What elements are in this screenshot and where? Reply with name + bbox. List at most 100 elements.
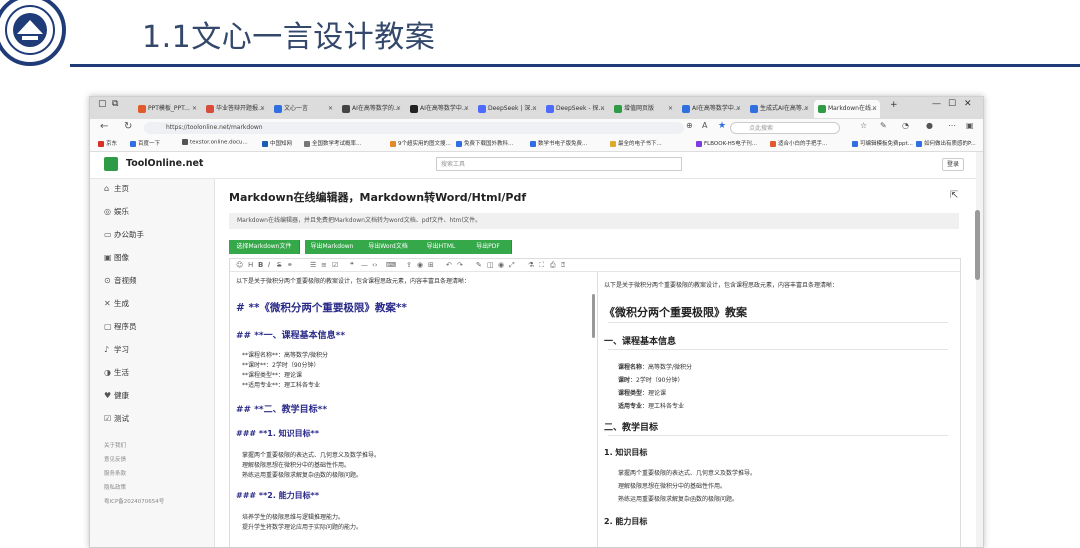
sidebar-item[interactable]: ▢ 程序员 (104, 321, 137, 332)
sidebar-toggle-icon[interactable]: ▣ (966, 121, 974, 130)
page-scrollbar[interactable] (975, 210, 980, 280)
browser-tab[interactable]: DeepSeek - 探... ✕ (542, 100, 608, 118)
fullscreen-icon[interactable]: ⤢ (509, 259, 515, 271)
browser-tab[interactable]: 毕业答辩开题报... ✕ (202, 100, 268, 118)
undo-icon[interactable]: ↶ (446, 259, 452, 271)
format-icon[interactable]: ⚗ (528, 259, 534, 271)
browser-tab[interactable]: AI在高等数学中... ✕ (678, 100, 744, 118)
sidebar-item[interactable]: ♪ 学习 (104, 344, 129, 355)
sidebar-item[interactable]: ✕ 生成 (104, 298, 129, 309)
sidebar-footer-link[interactable]: 关于我们 (104, 441, 126, 449)
tab-close-icon[interactable]: ✕ (328, 100, 333, 118)
upload-icon[interactable]: ⇪ (406, 259, 412, 271)
bold-icon[interactable]: B (258, 259, 263, 271)
edit-mode-icon[interactable]: ✎ (476, 259, 482, 271)
strikethrough-icon[interactable]: S (277, 259, 281, 271)
tab-close-icon[interactable]: ✕ (804, 100, 809, 118)
browser-tab[interactable]: 文心一言 ✕ (270, 100, 336, 118)
help-icon[interactable]: ⍰ (561, 259, 565, 271)
browser-tab[interactable]: DeepSeek | 深... ✕ (474, 100, 540, 118)
sidebar-item[interactable]: ♥ 健康 (104, 390, 129, 401)
browser-search-input[interactable]: 点此搜索 (730, 122, 840, 134)
tool-search-input[interactable]: 搜索工具 (436, 157, 682, 171)
bookmark-item[interactable]: 数学书电子版免费... (530, 139, 587, 147)
export-markdown-button[interactable]: 导出Markdown (305, 240, 360, 254)
back-icon[interactable]: ← (100, 121, 108, 132)
collections-icon[interactable]: ✎ (880, 121, 887, 130)
bookmark-item[interactable]: 全国数学考试概率... (304, 139, 361, 147)
tab-close-icon[interactable]: ✕ (736, 100, 741, 118)
emoji-icon[interactable]: ☺ (236, 259, 243, 271)
sidebar-item[interactable]: ▭ 办公助手 (104, 229, 144, 240)
sidebar-item[interactable]: ⊙ 音视频 (104, 275, 137, 286)
translate-icon[interactable]: A (702, 121, 707, 130)
split-view-icon[interactable]: ◫ (487, 259, 494, 271)
bookmark-item[interactable]: 京东 (98, 139, 117, 147)
tab-close-icon[interactable]: ✕ (668, 100, 673, 118)
sidebar-item[interactable]: ◎ 娱乐 (104, 206, 129, 217)
browser-tab[interactable]: Markdown在线... ✕ (814, 100, 880, 118)
close-window-icon[interactable]: ✕ (964, 99, 972, 109)
tab-close-icon[interactable]: ✕ (600, 100, 605, 118)
browser-tab[interactable]: PPT模板_PPT... ✕ (134, 100, 200, 118)
new-tab-button[interactable]: + (890, 100, 898, 110)
profile-avatar-icon[interactable]: ● (926, 121, 933, 130)
source-scrollbar[interactable] (592, 294, 595, 338)
outline-icon[interactable]: ⛶ (539, 259, 544, 271)
unordered-list-icon[interactable]: ☰ (310, 259, 316, 271)
bookmark-item[interactable]: 中国知网 (262, 139, 292, 147)
more-menu-icon[interactable]: ⋯ (948, 121, 956, 130)
markdown-source-pane[interactable]: 以下是关于微积分两个重要极限的教案设计，包含课程思政元素，内容丰富且条理清晰： … (230, 272, 598, 547)
tab-actions-icon[interactable]: ⧉ (112, 99, 118, 109)
tab-close-icon[interactable]: ✕ (532, 100, 537, 118)
record-icon[interactable]: ◉ (417, 259, 423, 271)
preview-icon[interactable]: ◉ (498, 259, 504, 271)
toolonline-logo-icon[interactable] (104, 157, 118, 171)
maximize-icon[interactable]: ☐ (948, 99, 956, 109)
browser-tab[interactable]: 生成式AI在高等... ✕ (746, 100, 812, 118)
sidebar-footer-link[interactable]: 粤ICP备2024070654号 (104, 497, 164, 505)
quote-icon[interactable]: ❝ (350, 259, 354, 271)
sidebar-item[interactable]: ▣ 图像 (104, 252, 129, 263)
redo-icon[interactable]: ↷ (457, 259, 463, 271)
sidebar-footer-link[interactable]: 意见反馈 (104, 455, 126, 463)
url-field[interactable]: https://toolonline.net/markdown (144, 122, 684, 134)
link-icon[interactable]: ⚭ (287, 259, 293, 271)
login-button[interactable]: 登录 (942, 158, 964, 171)
export-icon[interactable]: ⎙ (550, 259, 556, 271)
browser-tab[interactable]: AI在高等数学中... ✕ (406, 100, 472, 118)
sidebar-footer-link[interactable]: 服务条款 (104, 469, 126, 477)
bookmark-item[interactable]: 最全的电子书下... (610, 139, 662, 147)
bookmark-item[interactable]: FLBOOK-H5电子刊... (696, 139, 757, 147)
bookmark-item[interactable]: 9个超实用的图文搜... (390, 139, 451, 147)
export-word-button[interactable]: 导出Word文档 (359, 240, 418, 254)
bookmark-item[interactable]: 百度一下 (130, 139, 160, 147)
share-icon[interactable]: ⇱ (950, 190, 958, 201)
sidebar-footer-link[interactable]: 隐私政策 (104, 483, 126, 491)
tab-close-icon[interactable]: ✕ (464, 100, 469, 118)
export-html-button[interactable]: 导出HTML (417, 240, 466, 254)
bookmark-item[interactable]: 适合小白的手把手... (770, 139, 827, 147)
sidebar-item[interactable]: ◑ 生活 (104, 367, 129, 378)
browser-tab[interactable]: AI在高等数学的... ✕ (338, 100, 404, 118)
code-block-icon[interactable]: ⌨ (386, 259, 396, 271)
checklist-icon[interactable]: ☑ (332, 259, 338, 271)
heading-icon[interactable]: H (248, 259, 253, 271)
tab-close-icon[interactable]: ✕ (872, 100, 877, 118)
window-menu-icon[interactable]: ▢ (98, 99, 107, 109)
export-pdf-button[interactable]: 导出PDF (465, 240, 512, 254)
extensions-icon[interactable]: ☆ (860, 121, 867, 130)
tab-close-icon[interactable]: ✕ (260, 100, 265, 118)
minimize-icon[interactable]: — (932, 99, 941, 109)
code-icon[interactable]: ‹› (372, 259, 378, 271)
bookmark-item[interactable]: 免费下载国外教科... (456, 139, 513, 147)
bookmark-item[interactable]: 可编辑模板免费ppt... (852, 139, 913, 147)
table-icon[interactable]: ⊞ (428, 259, 434, 271)
tab-close-icon[interactable]: ✕ (396, 100, 401, 118)
site-name[interactable]: ToolOnline.net (126, 158, 203, 169)
tab-close-icon[interactable]: ✕ (192, 100, 197, 118)
sidebar-item[interactable]: ☑ 测试 (104, 413, 129, 424)
bookmark-item[interactable]: 如何做出有质感的P... (916, 139, 976, 147)
bookmarks-overflow-icon[interactable]: › (968, 139, 970, 145)
italic-icon[interactable]: I (268, 259, 270, 271)
